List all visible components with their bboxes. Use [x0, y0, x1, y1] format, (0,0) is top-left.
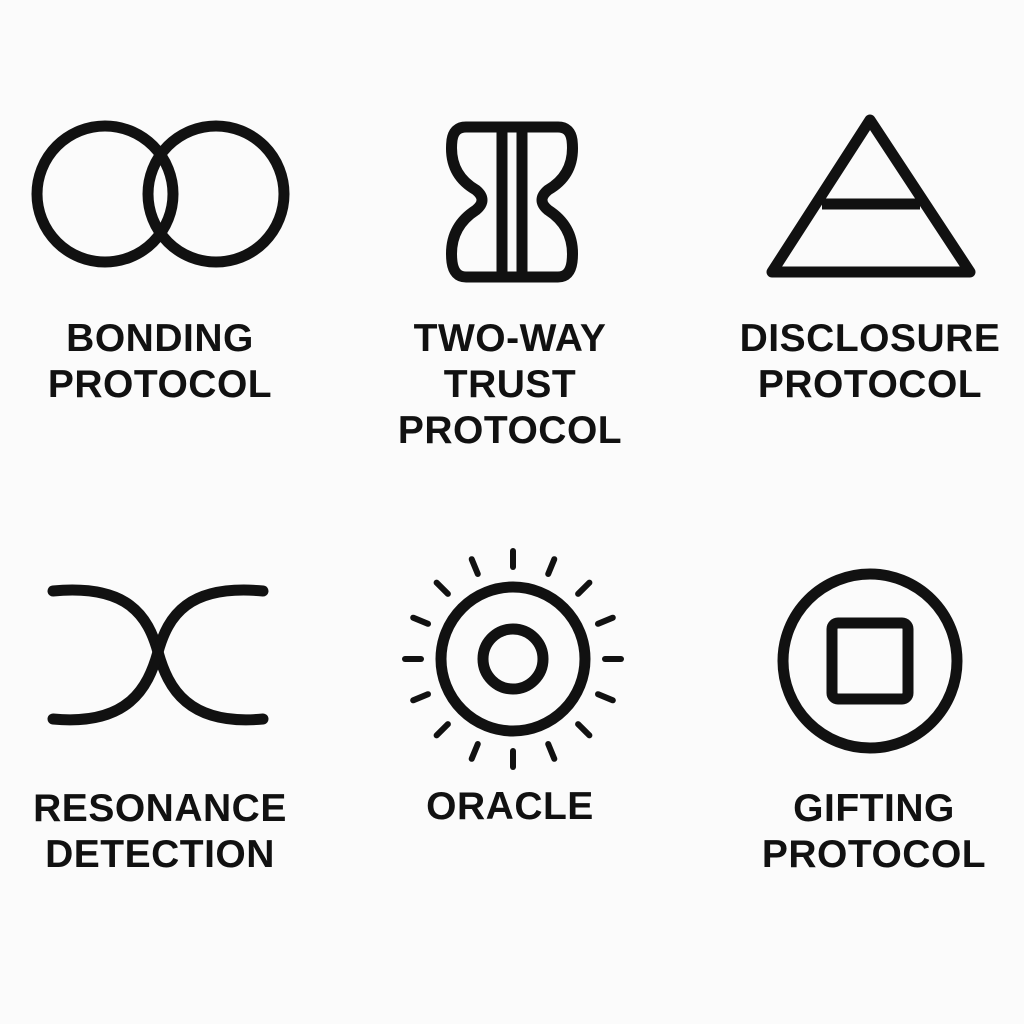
- crossing-curves-icon: [38, 576, 278, 736]
- symbol-label: ORACLE: [350, 784, 670, 830]
- symbol-oracle: ORACLE: [352, 500, 672, 920]
- symbol-two-way-trust-protocol: TWO-WAY TRUST PROTOCOL: [352, 0, 672, 480]
- label-line: PROTOCOL: [47, 363, 273, 406]
- sun-ray: [578, 583, 589, 594]
- label-line: BONDING: [66, 317, 254, 360]
- symbol-gifting-protocol: GIFTING PROTOCOL: [704, 500, 1024, 920]
- label-line: TRUST: [443, 363, 577, 406]
- sun-ray: [598, 618, 613, 624]
- symbol-label: DISCLOSURE PROTOCOL: [710, 316, 1024, 408]
- bisected-triangle-icon: [760, 108, 990, 288]
- label-line: PROTOCOL: [761, 833, 987, 876]
- sun-ray: [598, 694, 613, 700]
- symbol-disclosure-protocol: DISCLOSURE PROTOCOL: [704, 0, 1024, 480]
- label-line: TWO-WAY: [413, 317, 607, 360]
- symbol-resonance-detection: RESONANCE DETECTION: [0, 500, 320, 920]
- radiant-sun-icon: [398, 544, 628, 774]
- sun-ray: [413, 618, 428, 624]
- sun-ray: [437, 724, 448, 735]
- sun-ray: [472, 744, 478, 759]
- symbol-label: TWO-WAY TRUST PROTOCOL: [350, 316, 670, 454]
- sun-ray: [437, 583, 448, 594]
- sun-ray: [413, 694, 428, 700]
- label-line: DISCLOSURE: [739, 317, 1001, 360]
- label-line: GIFTING: [793, 787, 955, 830]
- square-in-circle-icon: [770, 564, 970, 764]
- label-line: DETECTION: [45, 833, 275, 876]
- symbol-label: GIFTING PROTOCOL: [714, 786, 1024, 878]
- symbol-label: BONDING PROTOCOL: [0, 316, 320, 408]
- label-line: ORACLE: [426, 785, 594, 828]
- label-line: RESONANCE: [33, 787, 287, 830]
- sun-ray: [548, 744, 554, 759]
- split-pillar-icon: [432, 112, 592, 292]
- sun-ray: [548, 559, 554, 574]
- label-line: PROTOCOL: [757, 363, 983, 406]
- symbol-bonding-protocol: BONDING PROTOCOL: [0, 0, 320, 480]
- interlocking-rings-icon: [20, 110, 300, 280]
- label-line: PROTOCOL: [397, 409, 623, 452]
- sun-ray: [472, 559, 478, 574]
- sun-ray: [578, 724, 589, 735]
- symbol-label: RESONANCE DETECTION: [0, 786, 320, 878]
